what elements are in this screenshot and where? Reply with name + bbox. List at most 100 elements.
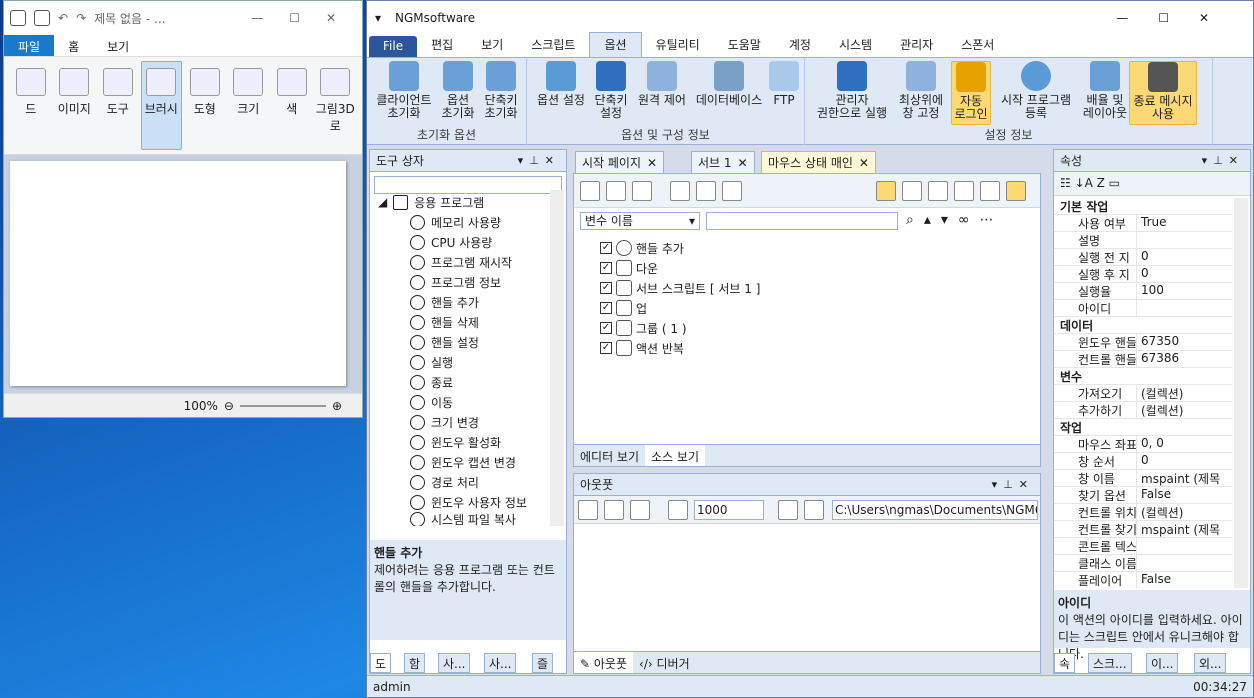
property-row[interactable]: 아이디 <box>1054 300 1232 317</box>
shortcut-settings-button[interactable]: 단축키 설정 <box>591 61 631 120</box>
tree-item[interactable]: 경로 처리 <box>410 472 479 492</box>
tree-item[interactable]: 핸들 삭제 <box>410 312 479 332</box>
window-controls[interactable]: —☐✕ <box>1116 11 1239 25</box>
step-over-icon[interactable] <box>722 181 742 201</box>
tab-sub1[interactable]: 서브 1 ✕ <box>691 151 755 173</box>
external-tab[interactable]: 외... <box>1194 653 1227 673</box>
step-into-icon[interactable] <box>696 181 716 201</box>
variable-select[interactable]: 변수 이름 ▾ <box>580 212 700 230</box>
property-row[interactable]: 콘트롤 텍스트 <box>1054 538 1232 555</box>
script-item[interactable]: ✓ 다운 <box>600 258 658 278</box>
output-path-input[interactable]: C:\Users\ngmas\Documents\NGM6\ <box>832 500 1038 520</box>
tree-item[interactable]: 윈도우 사용자 정보 <box>410 492 527 512</box>
tab-start-page[interactable]: 시작 페이지 ✕ <box>575 151 665 173</box>
tree-item[interactable]: CPU 사용량 <box>410 232 492 252</box>
tree-item[interactable]: 프로그램 정보 <box>410 272 501 292</box>
line-count-input[interactable]: 1000 <box>694 500 764 520</box>
paint-tab-file[interactable]: 파일 <box>4 35 55 56</box>
user-func-tab[interactable]: 사... <box>484 653 517 673</box>
source-view-tab[interactable]: 소스 보기 <box>645 445 705 466</box>
remote-control-button[interactable]: 원격 제어 <box>633 61 691 107</box>
find-icon[interactable] <box>980 181 1000 201</box>
property-value[interactable]: mspaint (제목 <box>1136 521 1232 537</box>
script-item[interactable]: ✓ 그룹 ( 1 ) <box>600 318 687 338</box>
toolbox-scrollbar[interactable] <box>550 190 564 526</box>
property-value[interactable]: (컬렉션) <box>1136 504 1232 520</box>
option-reset-button[interactable]: 옵션 초기화 <box>437 61 479 120</box>
menu-file[interactable]: File <box>369 36 418 57</box>
property-row[interactable]: 사용 여부 True <box>1054 215 1232 232</box>
paint-tab-view[interactable]: 보기 <box>93 35 143 56</box>
property-row[interactable]: 찾기 옵션 False <box>1054 487 1232 504</box>
clean-icon[interactable] <box>578 500 598 520</box>
property-row[interactable]: 컨트롤 핸들 67386 <box>1054 351 1232 368</box>
step-icon[interactable] <box>670 181 690 201</box>
tree-item[interactable]: 종료 <box>410 372 453 392</box>
property-category[interactable]: 기본 작업 <box>1054 198 1232 215</box>
property-value[interactable]: 0, 0 <box>1136 436 1232 452</box>
tree-item[interactable]: 윈도우 캡션 변경 <box>410 452 516 472</box>
menu-edit[interactable]: 편집 <box>417 33 467 57</box>
ftp-button[interactable]: FTP <box>767 61 801 107</box>
zoom-slider[interactable] <box>239 404 326 407</box>
property-row[interactable]: 설명 <box>1054 232 1232 249</box>
menu-chevron-icon[interactable]: ▾ <box>375 11 381 25</box>
panel-controls[interactable]: ▾⊥✕ <box>1202 154 1244 167</box>
property-value[interactable] <box>1136 232 1232 248</box>
play-icon[interactable] <box>580 181 600 201</box>
property-row[interactable]: 마우스 좌표 0, 0 <box>1054 436 1232 453</box>
tree-item[interactable]: 메모리 사용량 <box>410 212 501 232</box>
delete-icon[interactable] <box>954 181 974 201</box>
property-value[interactable]: 0 <box>1136 453 1232 469</box>
property-value[interactable]: mspaint (제목 <box>1136 470 1232 486</box>
paint-tool-0[interactable]: 드 <box>10 61 52 150</box>
menu-script[interactable]: 스크립트 <box>517 33 589 57</box>
wrap-icon[interactable] <box>630 500 650 520</box>
paint-tool-size[interactable]: 크기 <box>228 61 270 150</box>
tree-item[interactable]: 시스템 파일 복사 <box>410 512 516 526</box>
property-row[interactable]: 추가하기 (컬렉션) <box>1054 402 1232 419</box>
toolbox-tab[interactable]: 도 <box>370 653 392 673</box>
script-item[interactable]: ✓ 액션 반복 <box>600 338 684 358</box>
property-row[interactable]: 가져오기 (컬렉션) <box>1054 385 1232 402</box>
property-value[interactable] <box>1136 300 1232 316</box>
property-row[interactable]: 창 순서 0 <box>1054 453 1232 470</box>
menu-sponsor[interactable]: 스폰서 <box>947 33 1008 57</box>
property-value[interactable] <box>1136 538 1232 554</box>
editor-search-input[interactable] <box>706 212 898 230</box>
menu-help[interactable]: 도움말 <box>714 33 775 57</box>
check-icon[interactable] <box>902 181 922 201</box>
pause-icon[interactable] <box>606 181 626 201</box>
menu-options[interactable]: 옵션 <box>589 32 642 57</box>
save-icon[interactable] <box>34 10 50 26</box>
properties-scrollbar[interactable] <box>1234 198 1248 588</box>
window-controls[interactable]: —☐✕ <box>251 11 362 25</box>
property-row[interactable]: 실행 전 지 0 <box>1054 249 1232 266</box>
property-row[interactable]: 컨트롤 찾기 mspaint (제목 <box>1054 521 1232 538</box>
search-controls[interactable]: ⌕▴▾∞⋯ <box>906 212 1004 228</box>
auto-login-button[interactable]: 자동 로그인 <box>951 61 991 125</box>
topmost-button[interactable]: 최상위에 창 고정 <box>893 61 949 120</box>
editor-view-tab[interactable]: 에디터 보기 <box>574 445 645 466</box>
output-tab[interactable]: ✎ 아웃풋 <box>574 652 634 673</box>
save-icon[interactable] <box>778 500 798 520</box>
property-value[interactable]: True <box>1136 215 1232 231</box>
tree-root[interactable]: ◢ 응용 프로그램 <box>378 192 484 212</box>
undo-icon[interactable]: ↶ <box>58 11 68 25</box>
zoom-in-button[interactable]: ⊕ <box>332 399 342 413</box>
property-value[interactable]: 100 <box>1136 283 1232 299</box>
properties-toolbar[interactable]: ☷ ↓A Z ▭ <box>1054 172 1250 196</box>
tree-item[interactable]: 프로그램 재시작 <box>410 252 512 272</box>
property-row[interactable]: 창 이름 mspaint (제목 <box>1054 470 1232 487</box>
property-value[interactable]: False <box>1136 487 1232 503</box>
shortcut-reset-button[interactable]: 단축키 초기화 <box>479 61 523 120</box>
eraser-icon[interactable] <box>668 500 688 520</box>
property-row[interactable]: 컨트롤 위치 (컬렉션) <box>1054 504 1232 521</box>
check-all-icon[interactable] <box>928 181 948 201</box>
new-file-icon[interactable] <box>604 500 624 520</box>
paint-tool-color[interactable]: 색 <box>271 61 313 150</box>
property-row[interactable]: 윈도우 핸들 67350 <box>1054 334 1232 351</box>
user-tab[interactable]: 사... <box>438 653 471 673</box>
tree-item[interactable]: 이동 <box>410 392 453 412</box>
edit-icon[interactable] <box>876 181 896 201</box>
